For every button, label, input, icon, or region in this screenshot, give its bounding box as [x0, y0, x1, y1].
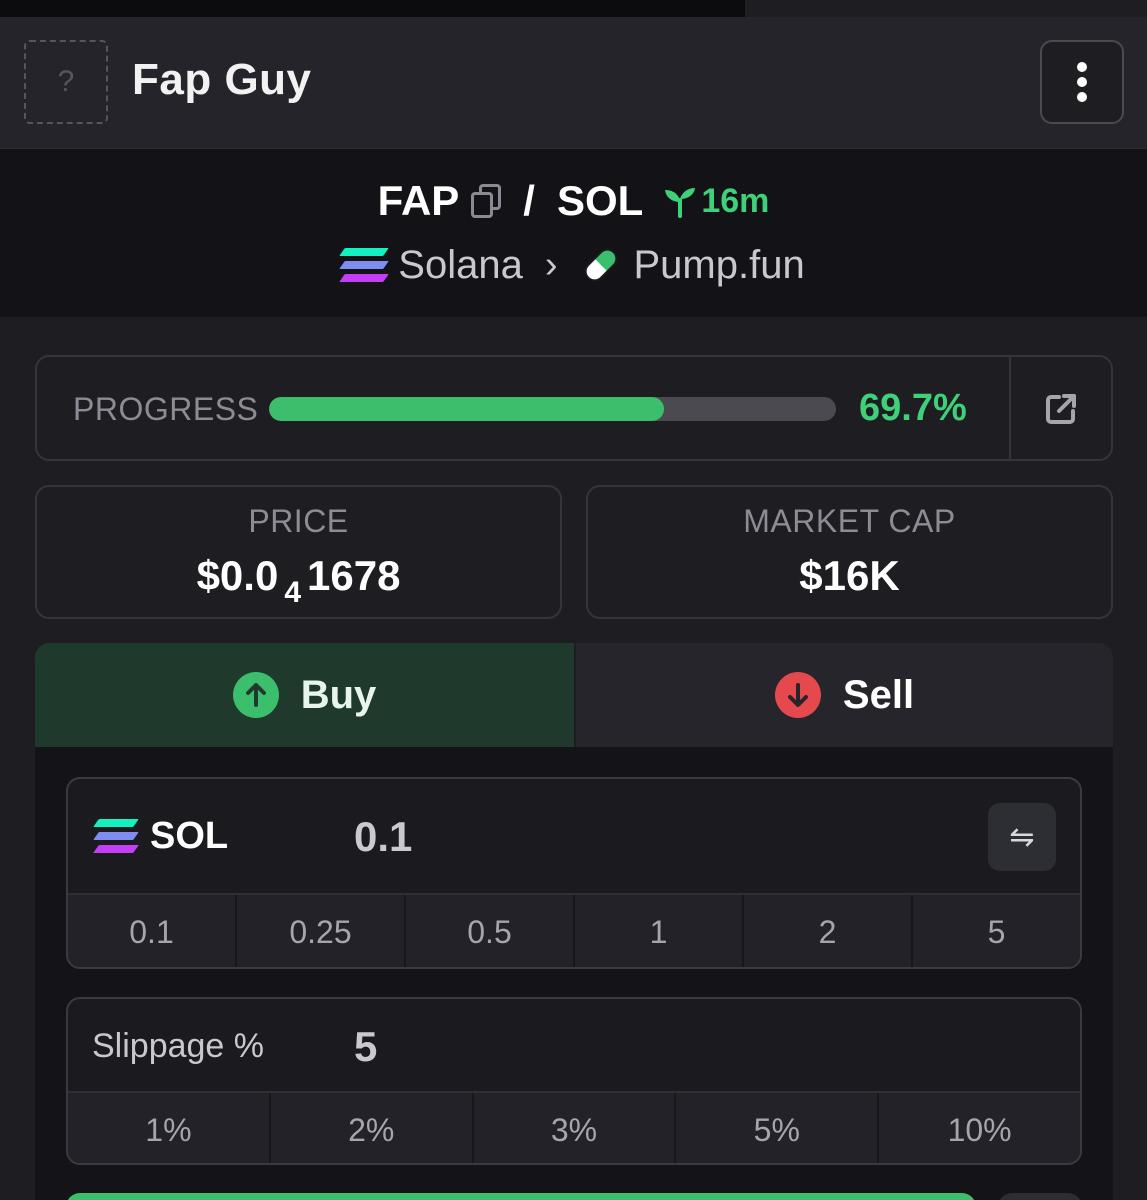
amount-preset-row: 0.1 0.25 0.5 1 2 5 [68, 893, 1080, 967]
slippage-preset-button[interactable]: 5% [676, 1093, 880, 1163]
amount-preset-button[interactable]: 2 [744, 895, 913, 967]
amount-preset-button[interactable]: 0.5 [406, 895, 575, 967]
pill-icon [584, 248, 617, 282]
progress-bar [269, 397, 836, 421]
price-zero-count: 4 [284, 576, 301, 609]
bonding-progress-card: PROGRESS 69.7% [35, 355, 1113, 461]
swap-currency-button[interactable]: ⇋ [988, 803, 1056, 871]
tab-buy[interactable]: Buy [35, 643, 574, 747]
price-card: PRICE $0.0 4 1678 [35, 485, 562, 619]
trade-panel: Buy Sell SOL ⇋ [35, 643, 1113, 1200]
dex-link[interactable]: Pump.fun [634, 243, 805, 288]
more-vertical-icon-dot [1077, 77, 1087, 87]
slippage-preset-button[interactable]: 1% [68, 1093, 271, 1163]
slippage-preset-button[interactable]: 2% [271, 1093, 474, 1163]
pair-quote-symbol: SOL [556, 177, 644, 224]
arrow-up-glyph [245, 683, 266, 707]
price-label: PRICE [248, 503, 349, 539]
chain-line: Solana › Pump.fun [0, 237, 1147, 293]
progress-label: PROGRESS [73, 391, 259, 427]
chevron-right-icon: › [544, 243, 558, 286]
sprout-icon [665, 188, 696, 218]
arrow-up-circle-icon [232, 672, 279, 718]
progress-value: 69.7% [859, 387, 967, 429]
pair-section: FAP / SOL 16m Solana › Pump.fun [0, 149, 1147, 317]
slippage-box: Slippage % 1% 2% 3% 5% 10% [66, 997, 1082, 1165]
amount-preset-button[interactable]: 5 [913, 895, 1080, 967]
sell-tab-label: Sell [842, 672, 915, 717]
market-cap-label: MARKET CAP [743, 503, 956, 539]
slippage-label: Slippage % [92, 1027, 265, 1065]
slippage-input[interactable] [354, 1019, 854, 1075]
more-vertical-icon [1077, 62, 1087, 72]
amount-row: SOL ⇋ [68, 779, 1080, 893]
top-strip-dark [0, 0, 745, 17]
amount-box: SOL ⇋ 0.1 0.25 0.5 1 2 5 [66, 777, 1082, 969]
main-panel: PROGRESS 69.7% PRICE $0.0 4 1678 MARKET CA… [0, 317, 1147, 1200]
solana-logo-icon [339, 248, 390, 282]
slippage-preset-button[interactable]: 3% [474, 1093, 677, 1163]
slippage-preset-row: 1% 2% 3% 5% 10% [68, 1091, 1080, 1163]
pair-base-symbol: FAP [377, 177, 460, 224]
market-cap-value: $16K [799, 552, 900, 599]
slippage-preset-button[interactable]: 10% [879, 1093, 1080, 1163]
amount-preset-button[interactable]: 0.25 [237, 895, 406, 967]
progress-bar-fill [269, 397, 665, 421]
copy-icon[interactable] [471, 184, 502, 218]
place-trade-button[interactable] [66, 1193, 976, 1200]
buy-tab-label: Buy [300, 672, 377, 717]
amount-preset-button[interactable]: 1 [575, 895, 744, 967]
progress-divider [1009, 357, 1011, 459]
tab-sell[interactable]: Sell [574, 643, 1113, 747]
pair-line: FAP / SOL 16m [0, 173, 1147, 229]
pair-age: 16m [701, 181, 770, 220]
arrow-down-glyph [787, 683, 808, 707]
solana-logo-icon [93, 819, 139, 853]
top-strip [0, 0, 1147, 17]
token-image-placeholder: ? [24, 40, 108, 124]
more-options-button[interactable] [1040, 40, 1124, 124]
price-prefix: $0.0 [196, 552, 279, 599]
amount-input[interactable] [354, 809, 914, 865]
token-name: Fap Guy [132, 55, 312, 104]
token-header: ? Fap Guy [0, 17, 1147, 149]
trade-settings-button[interactable] [998, 1193, 1082, 1200]
swap-icon: ⇋ [1009, 820, 1035, 854]
arrow-down-circle-icon [774, 672, 821, 718]
price-digits: 1678 [307, 552, 401, 599]
market-cap-card: MARKET CAP $16K [586, 485, 1113, 619]
external-link-icon[interactable] [1043, 391, 1079, 427]
amount-preset-button[interactable]: 0.1 [68, 895, 237, 967]
more-vertical-icon-dot [1077, 92, 1087, 102]
token-image-question-mark: ? [57, 65, 75, 98]
currency-label: SOL [150, 815, 229, 857]
copy-icon-front [471, 192, 494, 218]
pair-separator: / [523, 177, 535, 224]
chain-link[interactable]: Solana [398, 243, 523, 288]
price-value: $0.0 4 1678 [37, 552, 560, 609]
